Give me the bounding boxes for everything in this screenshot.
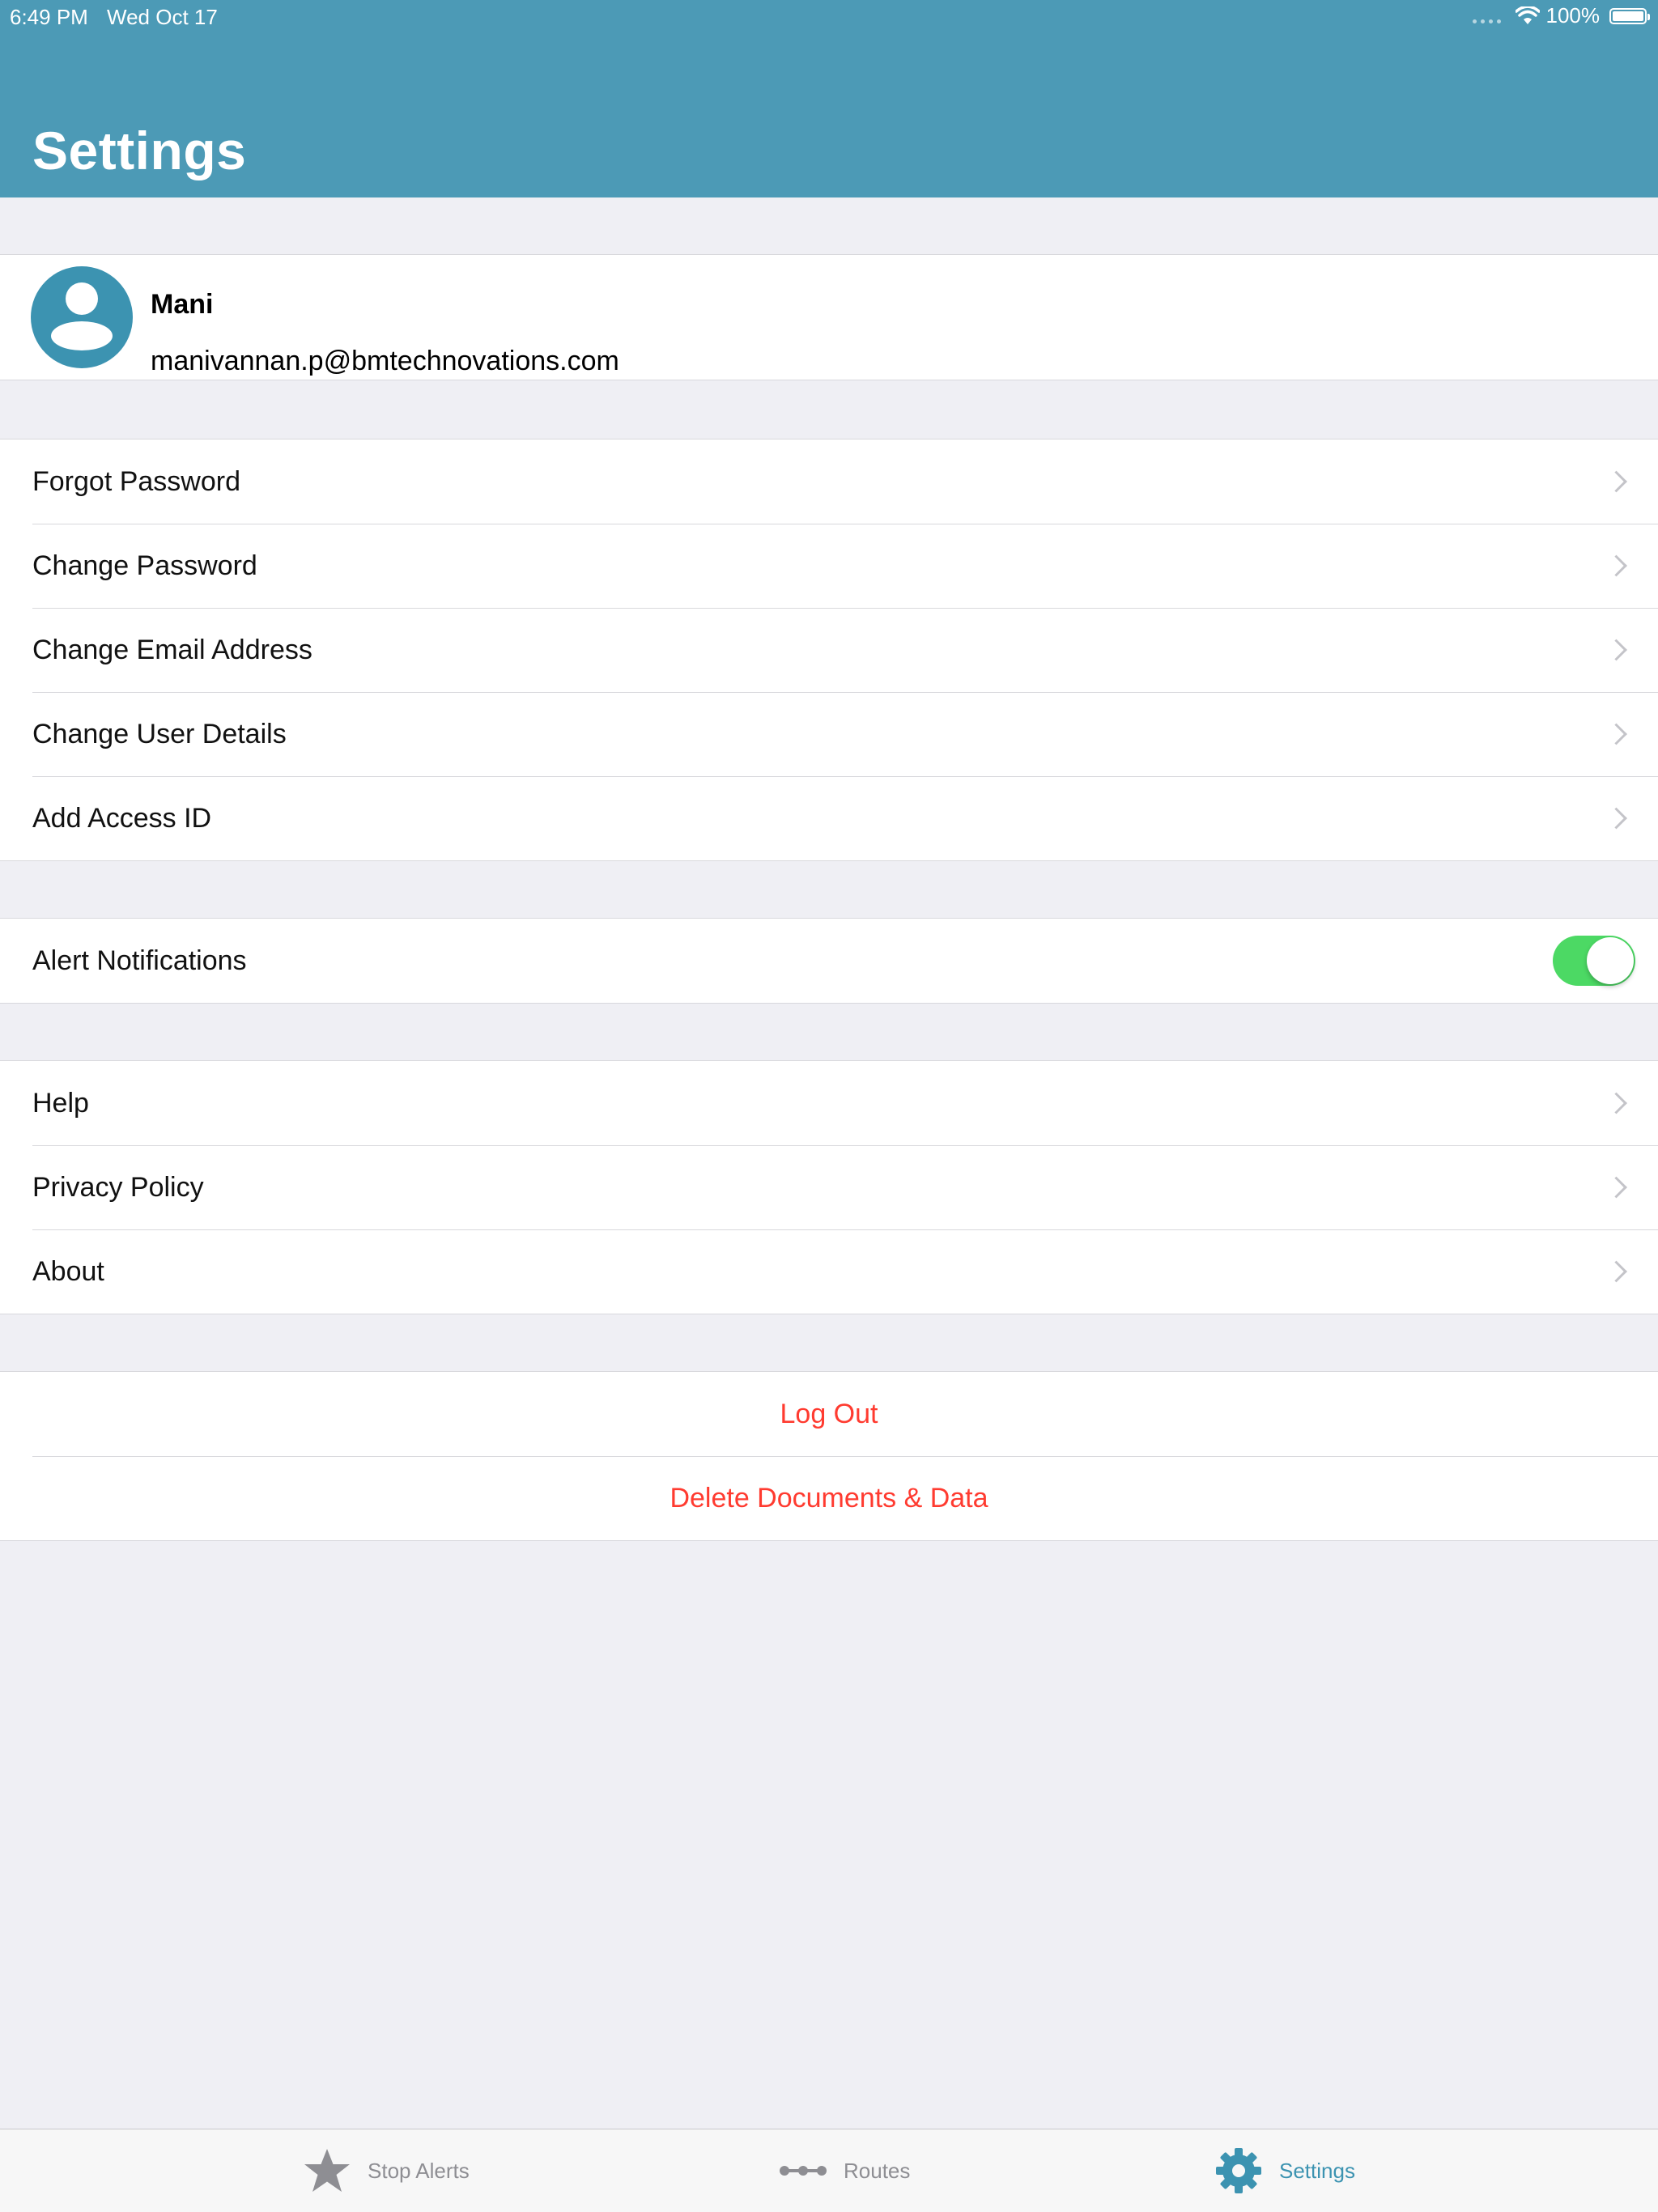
change-password-row[interactable]: Change Password [0,524,1658,608]
logout-label: Log Out [780,1398,878,1429]
info-group: Help Privacy Policy About [0,1060,1658,1314]
help-row[interactable]: Help [0,1061,1658,1145]
row-label: Change User Details [32,718,287,749]
chevron-right-icon [1605,1092,1627,1114]
row-label: Help [32,1087,89,1119]
status-time: 6:49 PM [10,5,88,29]
row-label: Add Access ID [32,802,212,834]
tab-routes[interactable]: Routes [779,2129,910,2212]
wifi-icon [1515,6,1540,24]
chevron-right-icon [1605,554,1627,577]
tab-stop-alerts[interactable]: Stop Alerts [303,2129,470,2212]
row-label: About [32,1255,104,1287]
tab-label: Stop Alerts [368,2158,470,2183]
alert-notifications-toggle[interactable] [1553,936,1635,986]
chevron-right-icon [1605,1176,1627,1199]
about-row[interactable]: About [0,1229,1658,1314]
navigation-header: 6:49 PM Wed Oct 17 100% Settings [0,0,1658,197]
change-email-row[interactable]: Change Email Address [0,608,1658,692]
notifications-group: Alert Notifications [0,918,1658,1004]
account-settings-group: Forgot Password Change Password Change E… [0,439,1658,861]
chevron-right-icon [1605,639,1627,661]
chevron-right-icon [1605,1260,1627,1283]
change-user-details-row[interactable]: Change User Details [0,692,1658,776]
route-dots-icon [779,2146,827,2195]
toggle-knob [1587,937,1634,984]
profile-card[interactable]: Mani manivannan.p@bmtechnovations.com [0,254,1658,380]
row-label: Privacy Policy [32,1171,204,1203]
forgot-password-row[interactable]: Forgot Password [0,439,1658,524]
star-icon [303,2146,351,2195]
profile-name: Mani [151,289,214,320]
privacy-policy-row[interactable]: Privacy Policy [0,1145,1658,1229]
row-label: Alert Notifications [32,945,247,976]
status-date: Wed Oct 17 [107,5,218,29]
delete-data-label: Delete Documents & Data [670,1482,988,1514]
chevron-right-icon [1605,807,1627,830]
row-label: Change Email Address [32,634,312,665]
avatar [31,266,133,368]
tab-bar: Stop Alerts Routes Settings [0,2129,1658,2212]
status-bar: 6:49 PM Wed Oct 17 100% [0,0,1658,32]
tab-label: Routes [844,2158,911,2183]
tab-settings[interactable]: Settings [1214,2129,1355,2212]
logout-button[interactable]: Log Out [0,1372,1658,1456]
page-title: Settings [32,121,247,180]
profile-email: manivannan.p@bmtechnovations.com [151,346,619,376]
battery-percent: 100% [1545,3,1601,28]
status-indicators: 100% [1472,3,1650,28]
gear-icon [1214,2146,1263,2195]
chevron-right-icon [1605,470,1627,493]
row-label: Change Password [32,550,257,581]
row-label: Forgot Password [32,465,240,497]
chevron-right-icon [1605,723,1627,745]
tab-label: Settings [1279,2158,1355,2183]
battery-icon [1609,7,1650,24]
delete-data-button[interactable]: Delete Documents & Data [0,1456,1658,1540]
signal-icon [1472,8,1501,23]
actions-group: Log Out Delete Documents & Data [0,1371,1658,1541]
add-access-id-row[interactable]: Add Access ID [0,776,1658,860]
alert-notifications-row: Alert Notifications [0,919,1658,1003]
